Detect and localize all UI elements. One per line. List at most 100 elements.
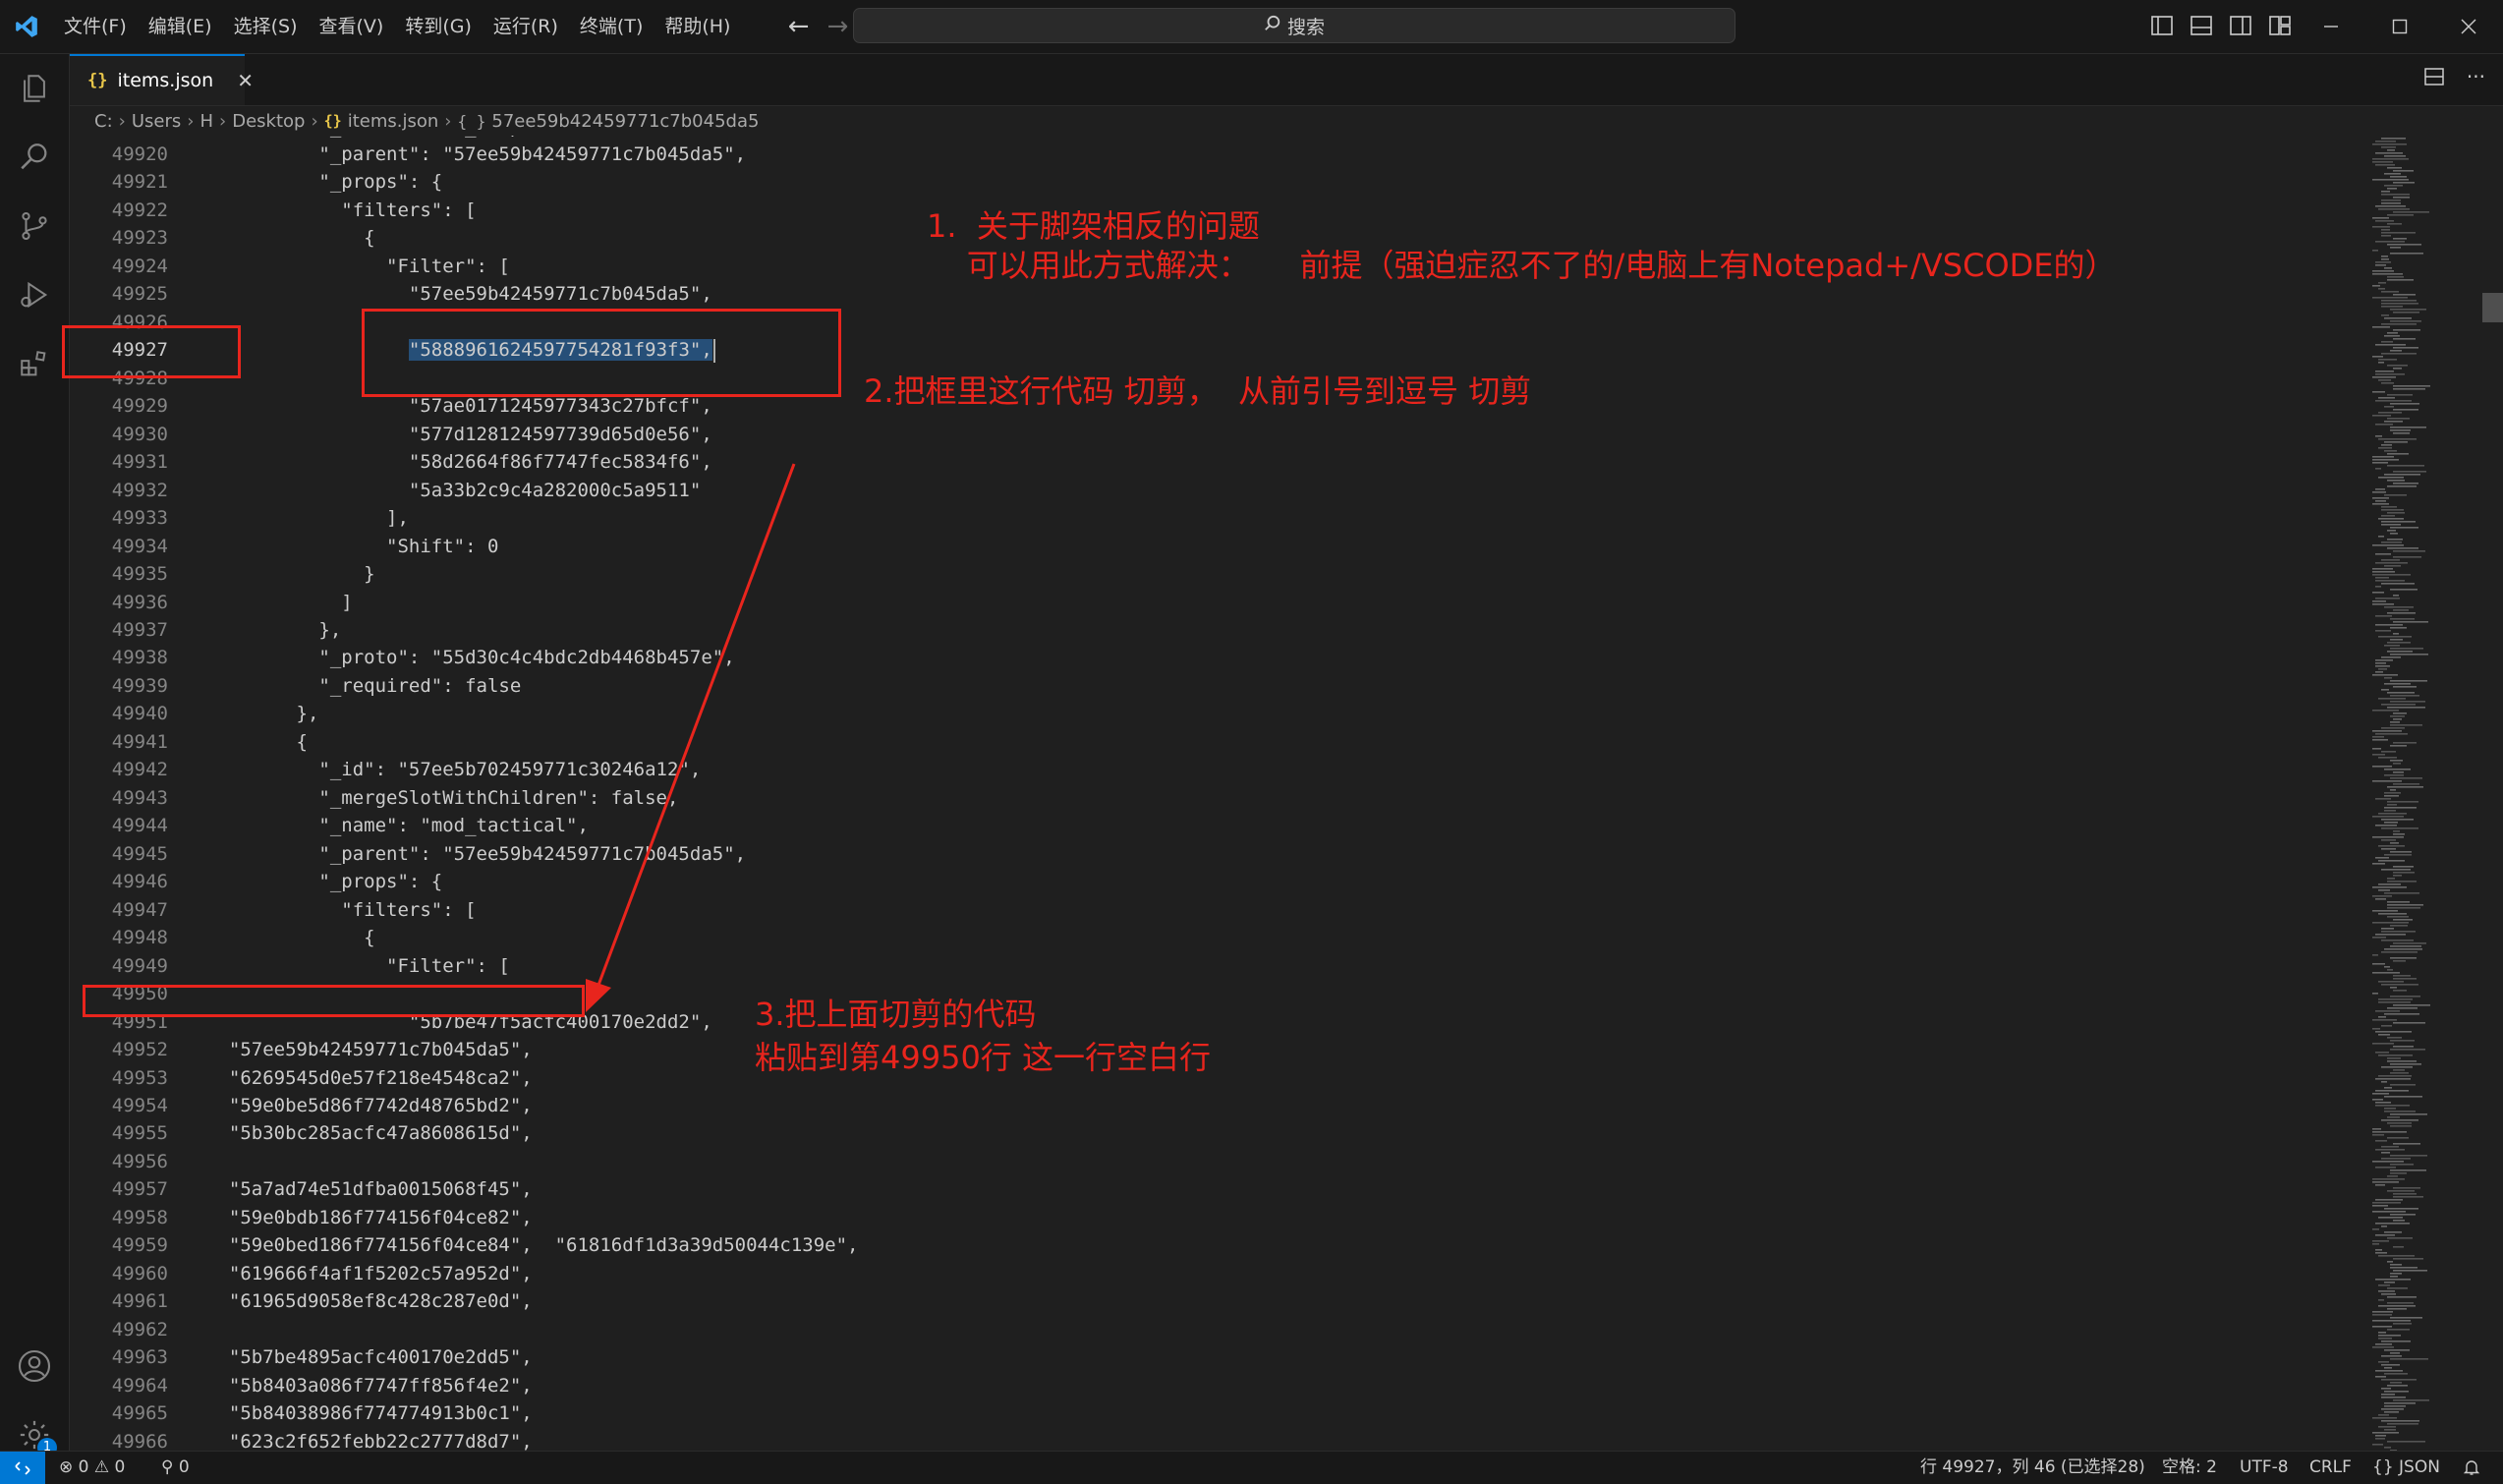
remote-indicator-icon[interactable] [0, 1452, 45, 1484]
code-line[interactable]: 49958 "59e0bdb186f774156f04ce82", [70, 1204, 2369, 1231]
code-line[interactable]: 49921 "_props": { [70, 168, 2369, 196]
line-text: "57ee59b42459771c7b045da5", [206, 283, 712, 306]
menu-run[interactable]: 运行(R) [483, 10, 569, 43]
tab-items-json[interactable]: {} items.json ✕ [70, 54, 254, 105]
code-line[interactable]: 49962 [70, 1316, 2369, 1343]
chevron-right-icon: › [444, 110, 452, 132]
breadcrumb-users[interactable]: Users [132, 111, 181, 132]
toggle-primary-sidebar-icon[interactable] [2148, 12, 2176, 39]
code-line[interactable]: 49966 "623c2f652febb22c2777d8d7", [70, 1428, 2369, 1451]
search-view-icon[interactable] [0, 123, 69, 192]
code-line[interactable]: 49952 "57ee59b42459771c7b045da5", [70, 1036, 2369, 1063]
line-text: "filters": [ [206, 898, 477, 921]
code-line[interactable]: 49963 "5b7be4895acfc400170e2dd5", [70, 1343, 2369, 1371]
line-number: 49948 [111, 927, 168, 949]
toggle-panel-icon[interactable] [2188, 12, 2215, 39]
maximize-icon[interactable] [2365, 0, 2434, 53]
code-line[interactable]: 49935 } [70, 560, 2369, 588]
code-line[interactable]: 49933 ], [70, 504, 2369, 532]
code-line[interactable]: 49960 "619666f4af1f5202c57a952d", [70, 1260, 2369, 1287]
code-line[interactable]: 49965 "5b84038986f774774913b0c1", [70, 1399, 2369, 1427]
line-content: "_mergeSlotWithChildren": false, [206, 784, 678, 812]
language-mode[interactable]: {} JSON [2372, 1452, 2440, 1484]
vertical-scrollbar[interactable] [2489, 136, 2503, 1451]
code-line[interactable]: 49948 { [70, 924, 2369, 951]
code-line[interactable]: 49957 "5a7ad74e51dfba0015068f45", [70, 1175, 2369, 1203]
language-label: JSON [2399, 1457, 2440, 1477]
code-line[interactable]: 49942 "_id": "57ee5b702459771c30246a12", [70, 756, 2369, 783]
line-text: "5b8403a086f7747ff856f4e2", [206, 1374, 533, 1397]
breadcrumb-file[interactable]: items.json [348, 111, 439, 132]
code-line[interactable]: 49941 { [70, 728, 2369, 756]
menu-terminal[interactable]: 终端(T) [569, 10, 654, 43]
back-arrow-icon[interactable]: ← [778, 12, 818, 41]
menu-view[interactable]: 查看(V) [309, 10, 395, 43]
source-control-icon[interactable] [0, 192, 69, 260]
cursor-position[interactable]: 行 49927，列 46 (已选择28) [1920, 1452, 2145, 1484]
code-line[interactable]: 49936 ] [70, 589, 2369, 616]
code-line[interactable]: 49940 }, [70, 700, 2369, 727]
breadcrumb-desktop[interactable]: Desktop [232, 111, 305, 132]
minimap[interactable] [2368, 136, 2489, 1451]
code-line[interactable]: 49959 "59e0bed186f774156f04ce84", "61816… [70, 1231, 2369, 1259]
menu-edit[interactable]: 编辑(E) [138, 10, 223, 43]
run-debug-icon[interactable] [0, 260, 69, 329]
close-window-icon[interactable] [2434, 0, 2503, 53]
code-line[interactable]: 49949 "Filter": [ [70, 952, 2369, 980]
encoding[interactable]: UTF-8 [2240, 1452, 2289, 1484]
line-text: { [206, 927, 375, 949]
split-editor-icon[interactable] [2423, 66, 2445, 91]
code-line[interactable]: 49956 [70, 1148, 2369, 1175]
code-line[interactable]: 49937 }, [70, 616, 2369, 644]
code-line[interactable]: 49945 "_parent": "57ee59b42459771c7b045d… [70, 840, 2369, 868]
notifications-bell-icon[interactable] [2463, 1452, 2480, 1484]
menu-help[interactable]: 帮助(H) [654, 10, 741, 43]
breadcrumb: C: › Users › H › Desktop › {} items.json… [94, 106, 759, 136]
code-line[interactable]: 49919 "_name": "mod_scope", [70, 136, 2369, 141]
menu-go[interactable]: 转到(G) [394, 10, 483, 43]
command-center-search[interactable]: 搜索 [853, 8, 1735, 43]
code-line[interactable]: 49947 "filters": [ [70, 896, 2369, 924]
more-actions-icon[interactable]: ··· [2467, 66, 2485, 91]
line-text: "623c2f652febb22c2777d8d7", [206, 1430, 533, 1451]
line-content: "Filter": [ [206, 253, 510, 280]
line-number: 49937 [111, 618, 168, 641]
end-of-line[interactable]: CRLF [2309, 1452, 2352, 1484]
code-line[interactable]: 49954 "59e0be5d86f7742d48765bd2", [70, 1092, 2369, 1119]
code-line[interactable]: 49955 "5b30bc285acfc47a8608615d", [70, 1119, 2369, 1147]
code-line[interactable]: 49920 "_parent": "57ee59b42459771c7b045d… [70, 141, 2369, 168]
close-icon[interactable]: ✕ [237, 69, 254, 92]
code-line[interactable]: 49932 "5a33b2c9c4a282000c5a9511" [70, 477, 2369, 504]
extensions-icon[interactable] [0, 329, 69, 398]
menu-file[interactable]: 文件(F) [53, 10, 138, 43]
problems-status[interactable]: ⊗ 0 ⚠ 0 [59, 1452, 125, 1484]
breadcrumb-h[interactable]: H [199, 111, 213, 132]
code-line[interactable]: 49944 "_name": "mod_tactical", [70, 812, 2369, 839]
accounts-icon[interactable] [0, 1332, 69, 1400]
minimize-icon[interactable] [2297, 0, 2365, 53]
code-line[interactable]: 49934 "Shift": 0 [70, 533, 2369, 560]
broadcast-icon: ⚲ [161, 1457, 174, 1477]
indentation[interactable]: 空格: 2 [2162, 1452, 2217, 1484]
breadcrumb-symbol[interactable]: 57ee59b42459771c7b045da5 [491, 111, 759, 132]
customize-layout-icon[interactable] [2266, 12, 2294, 39]
code-line[interactable]: 49938 "_proto": "55d30c4c4bdc2db4468b457… [70, 644, 2369, 671]
code-line[interactable]: 49943 "_mergeSlotWithChildren": false, [70, 784, 2369, 812]
explorer-icon[interactable] [0, 54, 69, 123]
breadcrumb-drive[interactable]: C: [94, 111, 113, 132]
code-line[interactable]: 49939 "_required": false [70, 672, 2369, 700]
ports-status[interactable]: ⚲ 0 [161, 1452, 190, 1484]
toggle-secondary-sidebar-icon[interactable] [2227, 12, 2254, 39]
code-line[interactable]: 49953 "6269545d0e57f218e4548ca2", [70, 1064, 2369, 1092]
menu-selection[interactable]: 选择(S) [223, 10, 309, 43]
line-number: 49954 [111, 1094, 168, 1116]
annotation-note-1-line-2: 可以用此方式解决： 前提（强迫症忍不了的/电脑上有Notepad+/VSCODE… [927, 247, 2117, 284]
line-content: "_parent": "57ee59b42459771c7b045da5", [206, 840, 746, 868]
scrollbar-thumb[interactable] [2482, 293, 2503, 322]
forward-arrow-icon[interactable]: → [818, 12, 857, 41]
code-line[interactable]: 49961 "61965d9058ef8c428c287e0d", [70, 1287, 2369, 1315]
code-line[interactable]: 49964 "5b8403a086f7747ff856f4e2", [70, 1372, 2369, 1399]
code-line[interactable]: 49931 "58d2664f86f7747fec5834f6", [70, 448, 2369, 476]
code-line[interactable]: 49946 "_props": { [70, 868, 2369, 895]
code-line[interactable]: 49930 "577d128124597739d65d0e56", [70, 421, 2369, 448]
